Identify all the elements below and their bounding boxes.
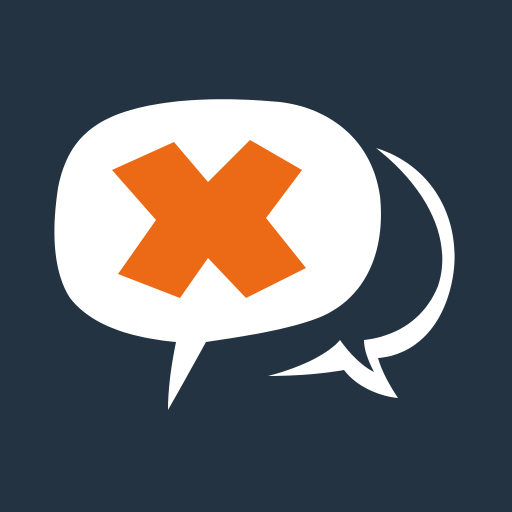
chat-bubbles-x-logo-icon: [0, 0, 512, 512]
app-icon: [0, 0, 512, 512]
